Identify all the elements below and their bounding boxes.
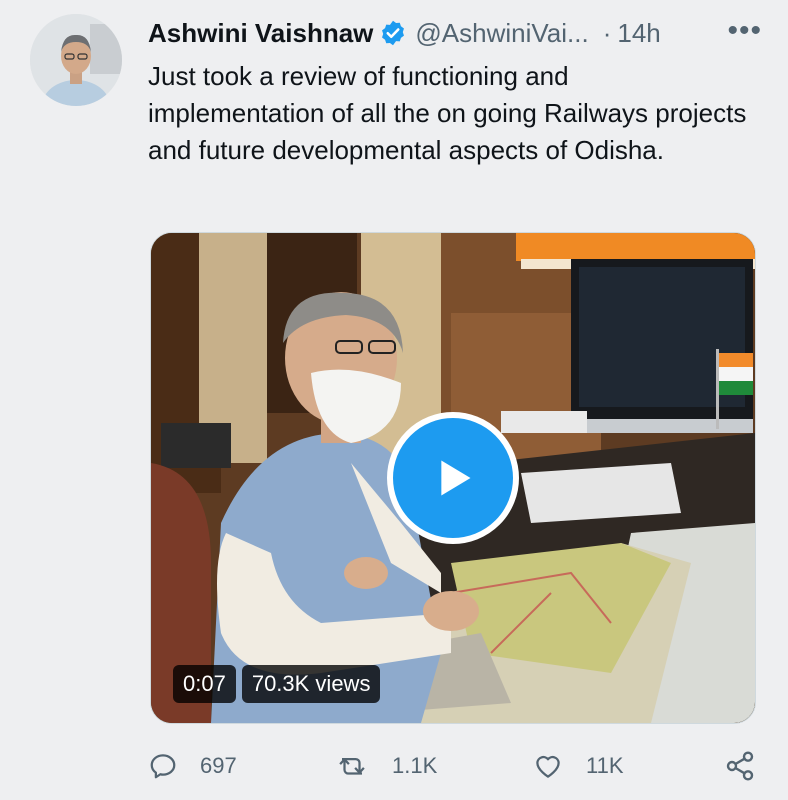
video-views: 70.3K views [241,665,381,703]
retweet-button[interactable]: 1.1K [334,746,437,786]
timestamp[interactable]: 14h [617,18,660,49]
tweet[interactable]: Ashwini Vaishnaw @AshwiniVai... · 14h ••… [0,0,788,800]
reply-button[interactable]: 697 [148,746,237,786]
play-icon [441,460,471,496]
retweet-count: 1.1K [392,753,438,778]
heart-icon [536,755,560,778]
like-count: 11K [586,753,624,778]
tweet-header: Ashwini Vaishnaw @AshwiniVai... · 14h ••… [148,16,766,50]
separator-dot: · [602,17,612,48]
share-icon [726,751,754,781]
tweet-text: Just took a review of functioning and im… [148,61,747,165]
video-duration: 0:07 [173,665,236,703]
reply-icon [150,754,176,779]
share-button[interactable] [724,746,756,786]
author-handle[interactable]: @AshwiniVai... [415,18,588,49]
retweet-icon [339,758,365,775]
video-info: 0:07 70.3K views [173,665,381,703]
reply-count: 697 [200,753,237,778]
verified-badge-icon [379,19,407,47]
author-name[interactable]: Ashwini Vaishnaw [148,18,373,49]
action-bar: 697 1.1K 11K [148,746,760,786]
avatar[interactable] [30,14,122,106]
play-button[interactable] [387,412,519,544]
more-icon[interactable]: ••• [727,16,762,46]
like-button[interactable]: 11K [532,746,624,786]
video-player[interactable]: 0:07 70.3K views [150,232,756,724]
